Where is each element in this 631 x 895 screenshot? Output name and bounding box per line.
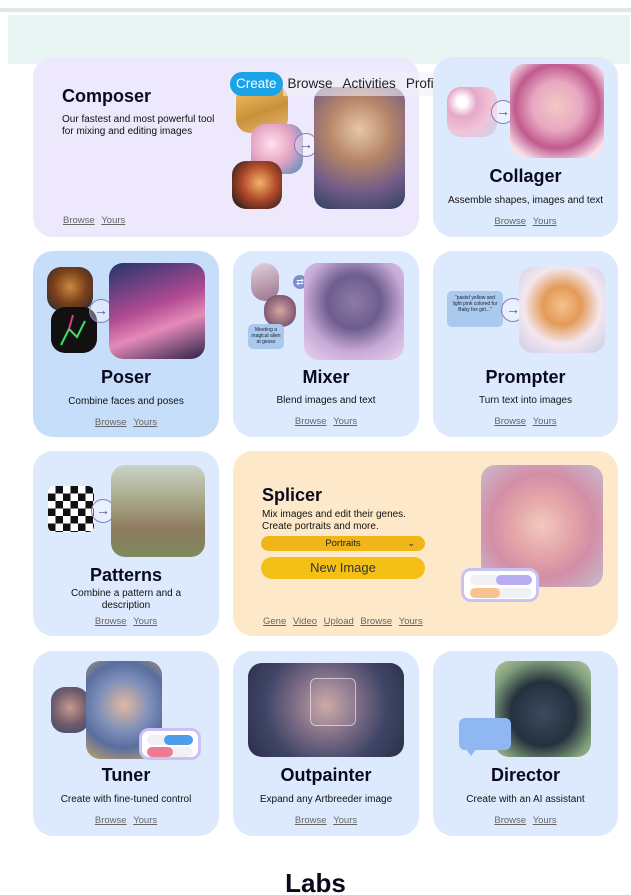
composer-result-image bbox=[314, 87, 405, 209]
collager-desc: Assemble shapes, images and text bbox=[447, 195, 604, 206]
composer-links: Browse Yours bbox=[61, 215, 127, 226]
director-browse-link[interactable]: Browse bbox=[494, 815, 526, 826]
prompter-text-thumb: "pastel yellow and light pink colored fu… bbox=[447, 291, 503, 327]
patterns-browse-link[interactable]: Browse bbox=[95, 616, 127, 627]
main-nav: Create Browse Activities Profile bbox=[230, 72, 450, 96]
director-desc: Create with an AI assistant bbox=[466, 794, 585, 805]
collager-thumb bbox=[447, 87, 497, 137]
toggle-sliders-icon bbox=[139, 728, 201, 760]
outpainter-yours-link[interactable]: Yours bbox=[333, 815, 357, 826]
composer-desc: Our fastest and most powerful tool for m… bbox=[62, 114, 215, 137]
prompter-desc: Turn text into images bbox=[478, 395, 572, 406]
splicer-category-dropdown[interactable]: Portraits ⌄ bbox=[261, 536, 425, 551]
poser-yours-link[interactable]: Yours bbox=[133, 417, 157, 428]
patterns-links: Browse Yours bbox=[33, 616, 219, 627]
poser-face-thumb bbox=[47, 267, 93, 311]
director-yours-link[interactable]: Yours bbox=[533, 815, 557, 826]
poser-browse-link[interactable]: Browse bbox=[95, 417, 127, 428]
collager-title: Collager bbox=[489, 166, 562, 186]
mixer-text-thumb: Meeting a magical alien at gesso bbox=[248, 324, 284, 349]
slider-knob-top bbox=[164, 735, 193, 745]
chat-bubble-icon bbox=[459, 718, 511, 750]
mixer-thumb-b bbox=[264, 295, 296, 327]
composer-yours-link[interactable]: Yours bbox=[101, 215, 125, 226]
splicer-desc: Mix images and edit their genes. Create … bbox=[262, 509, 406, 532]
slider-knob-bottom bbox=[470, 588, 500, 598]
slider-knob-top bbox=[496, 575, 532, 585]
director-title: Director bbox=[490, 765, 561, 785]
collager-card[interactable]: → Collager Assemble shapes, images and t… bbox=[433, 57, 618, 237]
tuner-card[interactable]: Tuner Create with fine-tuned control Bro… bbox=[33, 651, 219, 836]
composer-title: Composer bbox=[62, 86, 152, 106]
splicer-yours-link[interactable]: Yours bbox=[399, 616, 423, 627]
poser-result-image bbox=[109, 263, 205, 359]
splicer-dropdown-value: Portraits bbox=[325, 538, 361, 549]
prompter-result-image bbox=[519, 267, 605, 353]
splicer-title: Splicer bbox=[262, 485, 323, 505]
chat-bubble-tail bbox=[465, 748, 477, 756]
patterns-title: Patterns bbox=[89, 565, 163, 585]
patterns-result-image bbox=[111, 465, 205, 557]
nav-activities[interactable]: Activities bbox=[337, 72, 401, 96]
outpainter-desc: Expand any Artbreeder image bbox=[259, 794, 393, 805]
patterns-desc: Combine a pattern and a description bbox=[70, 588, 182, 611]
mixer-desc: Blend images and text bbox=[276, 395, 376, 406]
outpainter-card[interactable]: Outpainter Expand any Artbreeder image B… bbox=[233, 651, 419, 836]
slider-knob-bottom bbox=[147, 747, 173, 757]
composer-browse-link[interactable]: Browse bbox=[63, 215, 95, 226]
mixer-browse-link[interactable]: Browse bbox=[295, 416, 327, 427]
poser-card[interactable]: → Poser Combine faces and poses Browse Y… bbox=[33, 251, 219, 437]
tuner-links: Browse Yours bbox=[33, 815, 219, 826]
labs-heading: Labs bbox=[285, 868, 346, 895]
checkerboard-pattern-thumb bbox=[48, 486, 94, 532]
tuner-thumb bbox=[51, 687, 89, 733]
collager-yours-link[interactable]: Yours bbox=[533, 216, 557, 227]
director-links: Browse Yours bbox=[433, 815, 618, 826]
outpainter-inner-frame bbox=[310, 678, 356, 726]
prompter-title: Prompter bbox=[485, 367, 566, 387]
new-image-button[interactable]: New Image bbox=[261, 557, 425, 579]
prompter-browse-link[interactable]: Browse bbox=[494, 416, 526, 427]
splicer-links: Gene Video Upload Browse Yours bbox=[261, 616, 425, 627]
collager-browse-link[interactable]: Browse bbox=[494, 216, 526, 227]
tuner-browse-link[interactable]: Browse bbox=[95, 815, 127, 826]
patterns-card[interactable]: → Patterns Combine a pattern and a descr… bbox=[33, 451, 219, 636]
mixer-card[interactable]: ⇄ Meeting a magical alien at gesso Mixer… bbox=[233, 251, 419, 437]
poser-title: Poser bbox=[100, 367, 152, 387]
top-border bbox=[0, 8, 631, 12]
nav-browse[interactable]: Browse bbox=[282, 72, 338, 96]
prompter-card[interactable]: "pastel yellow and light pink colored fu… bbox=[433, 251, 618, 437]
mixer-title: Mixer bbox=[302, 367, 350, 387]
splicer-browse-link[interactable]: Browse bbox=[360, 616, 392, 627]
collager-result-image bbox=[510, 64, 604, 158]
mixer-links: Browse Yours bbox=[233, 416, 419, 427]
splicer-upload-link[interactable]: Upload bbox=[324, 616, 354, 627]
nav-create[interactable]: Create bbox=[230, 72, 283, 96]
mixer-result-image bbox=[304, 263, 404, 360]
prompter-yours-link[interactable]: Yours bbox=[533, 416, 557, 427]
toggle-sliders-icon bbox=[461, 568, 539, 602]
splicer-card[interactable]: Splicer Mix images and edit their genes.… bbox=[233, 451, 618, 636]
outpainter-links: Browse Yours bbox=[233, 815, 419, 826]
tuner-desc: Create with fine-tuned control bbox=[60, 794, 192, 805]
composer-thumb-fire bbox=[232, 161, 282, 209]
mixer-yours-link[interactable]: Yours bbox=[333, 416, 357, 427]
outpainter-browse-link[interactable]: Browse bbox=[295, 815, 327, 826]
poser-links: Browse Yours bbox=[33, 417, 219, 428]
tuner-yours-link[interactable]: Yours bbox=[133, 815, 157, 826]
splicer-video-link[interactable]: Video bbox=[293, 616, 317, 627]
chevron-down-icon: ⌄ bbox=[407, 538, 415, 548]
poser-desc: Combine faces and poses bbox=[68, 396, 184, 407]
splicer-gene-link[interactable]: Gene bbox=[263, 616, 286, 627]
outpainter-title: Outpainter bbox=[280, 765, 372, 785]
patterns-yours-link[interactable]: Yours bbox=[133, 616, 157, 627]
prompter-links: Browse Yours bbox=[433, 416, 618, 427]
collager-links: Browse Yours bbox=[433, 216, 618, 227]
tuner-title: Tuner bbox=[101, 765, 151, 785]
director-card[interactable]: Director Create with an AI assistant Bro… bbox=[433, 651, 618, 836]
